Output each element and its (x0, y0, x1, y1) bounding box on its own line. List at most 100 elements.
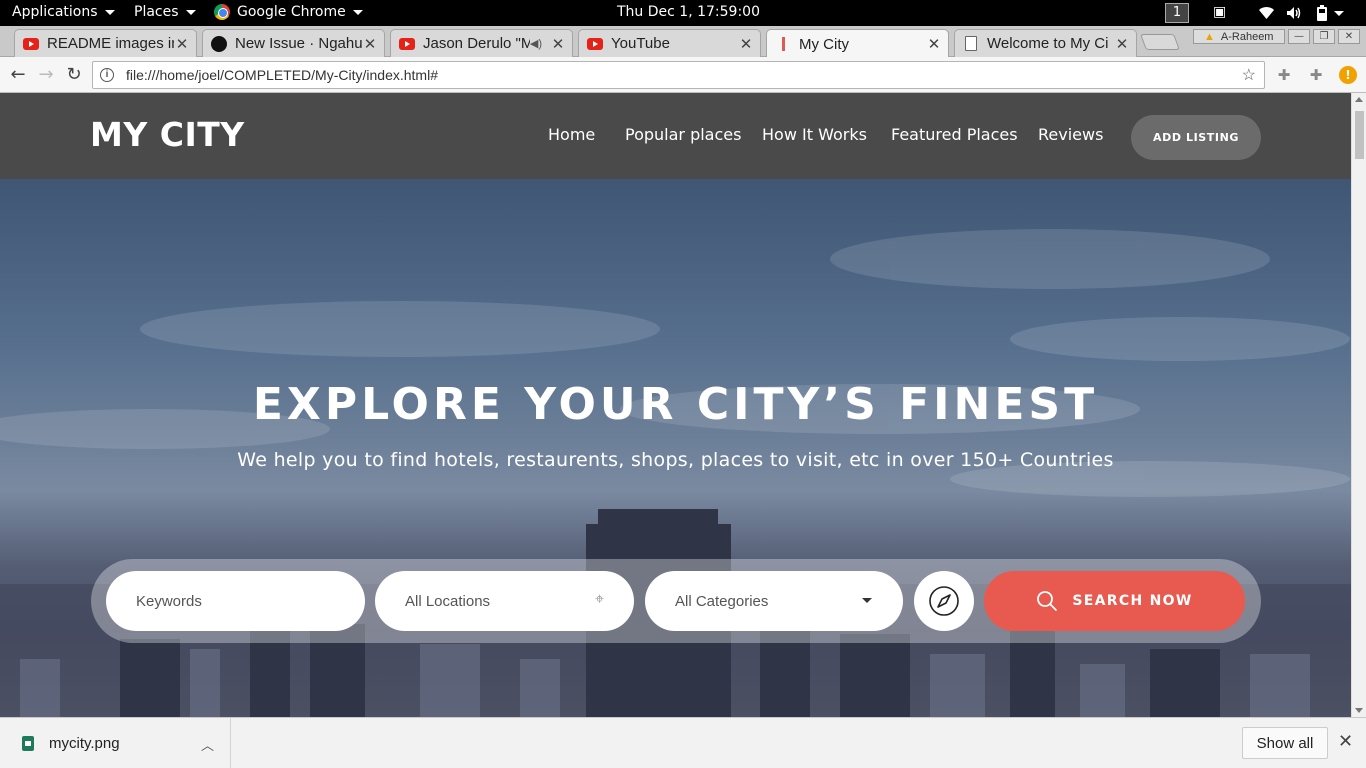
location-select[interactable]: All Locations ⌖ (375, 571, 634, 631)
places-menu[interactable]: Places (134, 4, 196, 20)
wifi-icon[interactable] (1258, 6, 1275, 20)
chrome-menu-alert-icon[interactable]: ! (1339, 66, 1357, 84)
download-filename: mycity.png (49, 735, 120, 752)
keywords-input[interactable]: Keywords (106, 571, 365, 631)
youtube-icon (23, 36, 39, 52)
show-all-downloads-button[interactable]: Show all (1242, 727, 1328, 759)
minimize-button[interactable]: — (1288, 29, 1310, 44)
search-icon (1037, 591, 1058, 611)
app-menu-google-chrome[interactable]: Google Chrome (214, 4, 363, 20)
add-listing-button[interactable]: ADD LISTING (1131, 115, 1261, 160)
chrome-icon (214, 4, 230, 20)
applications-menu[interactable]: Applications (12, 4, 115, 20)
category-select[interactable]: All Categories (645, 571, 903, 631)
close-icon[interactable]: ✕ (362, 35, 378, 53)
site-header: MY CITY Home Popular places How It Works… (0, 93, 1351, 179)
chevron-down-icon (352, 9, 363, 15)
scroll-up-icon[interactable] (1355, 97, 1363, 102)
profile-button[interactable]: ▲ A-Raheem (1193, 29, 1285, 44)
close-icon[interactable]: ✕ (926, 35, 942, 53)
page-icon (775, 36, 791, 52)
address-url[interactable]: file:///home/joel/COMPLETED/My-City/inde… (126, 67, 1242, 83)
new-tab-button[interactable] (1140, 34, 1180, 50)
page-scrollbar[interactable] (1351, 93, 1366, 717)
info-icon[interactable]: i (100, 68, 114, 82)
youtube-icon (587, 36, 603, 52)
profile-name: A-Raheem (1220, 30, 1274, 43)
compass-icon (929, 586, 959, 616)
tab-new-issue[interactable]: New Issue · Ngahu ✕ (202, 29, 385, 57)
close-icon[interactable]: ✕ (174, 35, 190, 53)
image-file-icon (22, 736, 34, 751)
clock-label: Thu Dec 1, 17:59:00 (617, 4, 760, 20)
chevron-down-icon (104, 9, 115, 15)
volume-icon[interactable] (1286, 6, 1302, 20)
places-label: Places (134, 4, 179, 20)
nav-reviews[interactable]: Reviews (1038, 125, 1103, 144)
nav-featured-places[interactable]: Featured Places (891, 125, 1018, 144)
crosshair-icon[interactable]: ⌖ (595, 591, 604, 609)
page-viewport: MY CITY Home Popular places How It Works… (0, 93, 1351, 717)
tab-jason-derulo[interactable]: Jason Derulo "M ◀) ✕ (390, 29, 573, 57)
close-icon[interactable]: ✕ (1114, 35, 1130, 53)
chevron-down-icon (185, 9, 196, 15)
keywords-placeholder: Keywords (136, 592, 202, 610)
document-icon (963, 36, 979, 52)
tab-title: Jason Derulo "M (423, 35, 530, 52)
close-icon[interactable]: ✕ (550, 35, 566, 53)
address-bar[interactable]: i file:///home/joel/COMPLETED/My-City/in… (92, 61, 1265, 89)
chevron-down-icon (862, 598, 872, 603)
window-close-button[interactable]: ✕ (1338, 29, 1360, 44)
site-logo[interactable]: MY CITY (90, 115, 245, 154)
search-now-button[interactable]: SEARCH NOW (984, 571, 1245, 631)
tab-my-city[interactable]: My City ✕ (766, 29, 949, 58)
search-bar: Keywords All Locations ⌖ All Categories (91, 559, 1261, 643)
reload-button[interactable]: ↻ (62, 63, 86, 87)
tab-title: YouTube (611, 35, 670, 52)
bookmark-star-icon[interactable]: ☆ (1242, 65, 1256, 85)
category-value: All Categories (675, 592, 769, 610)
applications-label: Applications (12, 4, 98, 20)
nav-popular-places[interactable]: Popular places (625, 125, 741, 144)
location-value: All Locations (405, 592, 491, 610)
tab-readme-images[interactable]: README images in ✕ (14, 29, 197, 57)
download-item[interactable]: mycity.png ︿ (0, 718, 231, 768)
tab-title: README images in (47, 35, 174, 52)
clock[interactable]: Thu Dec 1, 17:59:00 (617, 4, 760, 20)
back-button[interactable]: ← (6, 63, 30, 87)
nav-home[interactable]: Home (548, 125, 595, 144)
camera-icon[interactable]: ▣ (1213, 4, 1226, 20)
system-menu-chevron-icon[interactable] (1334, 11, 1344, 16)
scroll-down-icon[interactable] (1355, 708, 1363, 713)
tab-title: Welcome to My Ci (987, 35, 1109, 52)
maximize-button[interactable]: ❐ (1313, 29, 1335, 44)
close-icon[interactable]: ✕ (738, 35, 754, 53)
hero-title: EXPLORE YOUR CITY’S FINEST (252, 379, 1099, 430)
tab-youtube[interactable]: YouTube ✕ (578, 29, 761, 57)
scrollbar-thumb[interactable] (1355, 111, 1364, 159)
extension-puzzle-icon[interactable]: ✚ (1307, 66, 1325, 84)
chevron-up-icon[interactable]: ︿ (201, 735, 214, 754)
youtube-icon (399, 36, 415, 52)
audio-playing-icon[interactable]: ◀) (530, 37, 542, 50)
forward-button[interactable]: → (34, 63, 58, 87)
hero-subtitle: We help you to find hotels, restaurents,… (237, 449, 1114, 471)
tab-welcome-my-city[interactable]: Welcome to My Ci ✕ (954, 29, 1137, 57)
tab-title: New Issue · Ngahu (235, 35, 362, 52)
tab-title: My City (799, 35, 849, 53)
close-icon[interactable]: ✕ (1338, 731, 1353, 752)
nav-how-it-works[interactable]: How It Works (762, 125, 867, 144)
workspace-indicator[interactable]: 1 (1165, 3, 1189, 23)
download-shelf: mycity.png ︿ Show all ✕ (0, 717, 1366, 768)
github-icon (211, 35, 227, 52)
search-now-label: SEARCH NOW (1072, 593, 1193, 609)
warning-icon: ▲ (1204, 30, 1215, 43)
browser-toolbar: ← → ↻ i file:///home/joel/COMPLETED/My-C… (0, 57, 1366, 93)
app-menu-label: Google Chrome (237, 4, 346, 20)
battery-icon[interactable] (1316, 5, 1328, 21)
system-top-bar: Applications Places Google Chrome Thu De… (0, 0, 1366, 26)
hero-section: EXPLORE YOUR CITY’S FINEST We help you t… (0, 179, 1351, 717)
extension-puzzle-icon[interactable]: ✚ (1275, 66, 1293, 84)
browser-tab-strip: README images in ✕ New Issue · Ngahu ✕ J… (0, 26, 1366, 58)
compass-button[interactable] (914, 571, 974, 631)
